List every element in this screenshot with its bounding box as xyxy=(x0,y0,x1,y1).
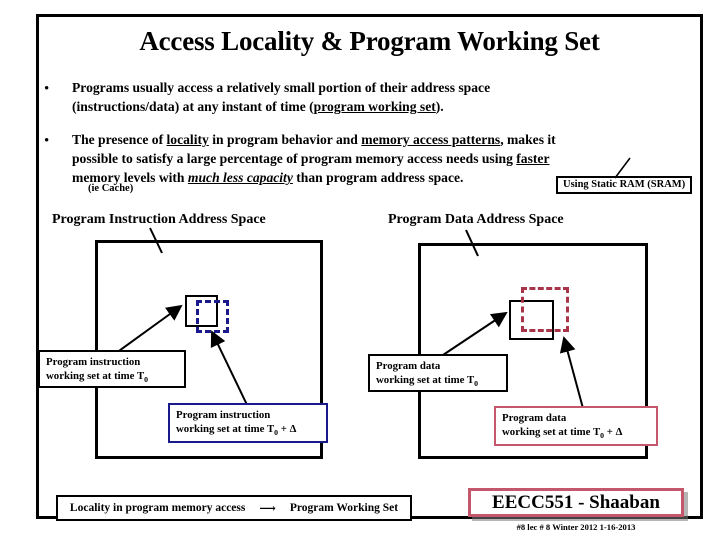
legend-right-text: Program Working Set xyxy=(289,502,399,514)
bullet1-working-set-term: program working set xyxy=(313,99,436,114)
data-working-set-t0-delta-region xyxy=(521,287,569,332)
legend-left-text: Locality in program memory access xyxy=(69,502,246,514)
instruction-t0-delta-label-line2: working set at time T xyxy=(176,423,275,435)
bullet-marker-2: • xyxy=(44,133,50,149)
data-t0-delta-label-line2: working set at time T xyxy=(502,426,601,438)
bullet2-line3-b: than program address space. xyxy=(292,170,464,185)
data-t0-delta-label-line1: Program data xyxy=(502,412,567,424)
bullet2-line1-c: , makes it xyxy=(500,132,556,147)
ie-cache-note: (ie Cache) xyxy=(88,183,134,194)
bullet-text-1: Programs usually access a relatively sma… xyxy=(72,78,592,116)
bullet2-much-less-capacity-term: much less capacity xyxy=(187,170,293,185)
instruction-working-set-t0-label: Program instruction working set at time … xyxy=(38,350,186,388)
bullet-marker-1: • xyxy=(44,81,50,97)
locality-to-working-set-legend: Locality in program memory access ⟶ Prog… xyxy=(56,495,412,521)
slide-canvas: Access Locality & Program Working Set • … xyxy=(0,0,720,540)
instruction-t0-label-line1: Program instruction xyxy=(46,356,141,368)
instruction-working-set-t0-delta-region xyxy=(196,300,229,333)
bullet2-faster-term: faster xyxy=(516,151,550,166)
bullet2-locality-term: locality xyxy=(166,132,209,147)
instruction-t0-delta-label-line1: Program instruction xyxy=(176,409,271,421)
bullet1-line2-prefix: (instructions/data) at any instant of ti… xyxy=(72,99,314,114)
page-title: Access Locality & Program Working Set xyxy=(139,26,600,56)
bullet2-line1-a: The presence of xyxy=(72,132,167,147)
bullet1-line2-suffix: ). xyxy=(435,99,444,114)
bullet2-memory-access-patterns-term: memory access patterns xyxy=(361,132,501,147)
data-t0-label-line2: working set at time T xyxy=(376,374,475,386)
bullet2-line1-b: in program behavior and xyxy=(208,132,362,147)
instruction-t0-label-subscript: 0 xyxy=(144,375,149,385)
bullet2-line2-a: possible to satisfy a large percentage o… xyxy=(72,151,517,166)
instruction-t0-delta-label-suffix: + Δ xyxy=(278,423,297,435)
data-t0-label-subscript: 0 xyxy=(474,379,479,389)
sram-callout-box: Using Static RAM (SRAM) xyxy=(556,176,693,194)
right-column-heading: Program Data Address Space xyxy=(388,212,564,227)
course-banner: EECC551 - Shaaban xyxy=(468,488,684,517)
instruction-t0-label-line2: working set at time T xyxy=(46,370,145,382)
footer-lecture-note: #8 lec # 8 Winter 2012 1-16-2013 xyxy=(516,522,636,532)
data-t0-label-line1: Program data xyxy=(376,360,441,372)
data-working-set-t0-label: Program data working set at time T0 xyxy=(368,354,508,392)
data-t0-delta-label-suffix: + Δ xyxy=(604,426,623,438)
bullet1-line1: Programs usually access a relatively sma… xyxy=(72,80,491,95)
left-column-heading: Program Instruction Address Space xyxy=(52,212,266,227)
right-arrow-icon: ⟶ xyxy=(259,503,276,515)
instruction-working-set-t0-delta-label: Program instruction working set at time … xyxy=(168,403,328,443)
data-working-set-t0-delta-label: Program data working set at time T0 + Δ xyxy=(494,406,658,446)
